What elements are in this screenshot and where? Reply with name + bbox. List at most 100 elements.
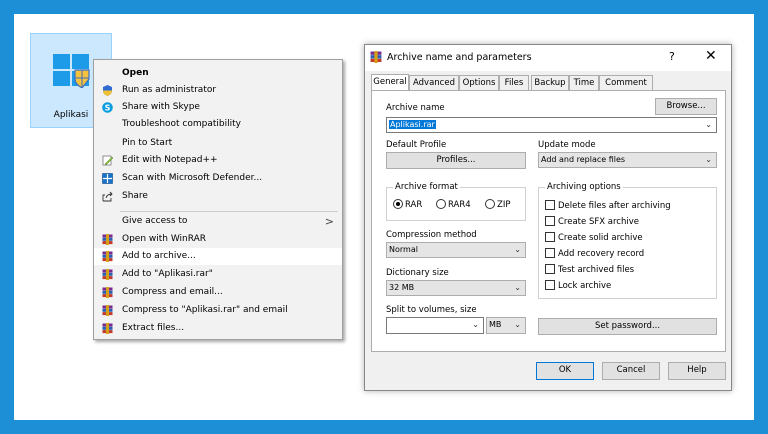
menu-item-run-as-admin[interactable]: Run as administrator xyxy=(94,82,342,99)
skype-icon: S xyxy=(102,102,113,113)
menu-item-label: Share xyxy=(122,191,148,201)
checkbox-recovery-record[interactable]: Add recovery record xyxy=(545,248,644,259)
checkbox-lock-archive[interactable]: Lock archive xyxy=(545,280,611,291)
winrar-icon xyxy=(102,251,113,262)
menu-item-troubleshoot[interactable]: Troubleshoot compatibility xyxy=(94,116,342,133)
chevron-down-icon: ⌄ xyxy=(514,320,521,329)
menu-item-extract-files[interactable]: Extract files... xyxy=(94,320,342,337)
menu-item-edit-notepad[interactable]: Edit with Notepad++ xyxy=(94,152,342,169)
menu-item-give-access[interactable]: Give access to > xyxy=(94,213,342,230)
menu-item-share[interactable]: Share xyxy=(94,188,342,205)
menu-item-label: Open with WinRAR xyxy=(122,234,207,244)
checkbox-test-archived[interactable]: Test archived files xyxy=(545,264,634,275)
radio-indicator xyxy=(485,199,495,209)
winrar-icon xyxy=(102,269,113,280)
help-icon[interactable]: ? xyxy=(669,50,675,63)
winrar-icon xyxy=(102,323,113,334)
defender-icon xyxy=(102,173,113,184)
checkbox-create-sfx[interactable]: Create SFX archive xyxy=(545,216,639,227)
winrar-icon xyxy=(370,51,382,63)
menu-item-share-skype[interactable]: S Share with Skype xyxy=(94,99,342,116)
menu-item-label: Add to archive... xyxy=(122,251,196,261)
menu-item-scan-defender[interactable]: Scan with Microsoft Defender... xyxy=(94,170,342,187)
compression-method-value: Normal xyxy=(389,245,418,254)
menu-item-label: Scan with Microsoft Defender... xyxy=(122,173,263,183)
chevron-down-icon: ⌄ xyxy=(514,283,521,292)
chevron-down-icon: ⌄ xyxy=(514,245,521,254)
split-unit-value: MB xyxy=(489,320,502,329)
split-unit-select[interactable]: MB ⌄ xyxy=(486,317,526,334)
close-icon[interactable]: ✕ xyxy=(705,48,717,64)
radio-indicator xyxy=(393,199,403,209)
tab-options[interactable]: Options xyxy=(459,75,499,90)
tab-time[interactable]: Time xyxy=(569,75,599,90)
tab-general[interactable]: General xyxy=(371,74,409,91)
menu-separator xyxy=(120,211,338,212)
set-password-button[interactable]: Set password... xyxy=(538,318,717,335)
checkbox-box xyxy=(545,216,555,226)
checkbox-label: Delete files after archiving xyxy=(558,201,671,211)
shield-icon xyxy=(103,85,112,96)
ok-button[interactable]: OK xyxy=(536,362,594,380)
archiving-options-label: Archiving options xyxy=(545,182,623,192)
menu-item-label: Add to "Aplikasi.rar" xyxy=(122,269,213,279)
tab-backup[interactable]: Backup xyxy=(531,75,569,90)
dictionary-size-select[interactable]: 32 MB ⌄ xyxy=(386,280,526,296)
profiles-button[interactable]: Profiles... xyxy=(386,152,526,169)
checkbox-label: Lock archive xyxy=(558,281,612,291)
checkbox-box xyxy=(545,280,555,290)
chevron-down-icon: ⌄ xyxy=(472,320,479,329)
chevron-down-icon: ⌄ xyxy=(705,120,712,129)
help-button[interactable]: Help xyxy=(668,362,726,380)
dictionary-size-value: 32 MB xyxy=(389,283,415,292)
browse-button[interactable]: Browse... xyxy=(655,98,717,115)
menu-item-pin-start[interactable]: Pin to Start xyxy=(94,135,342,152)
checkbox-box xyxy=(545,264,555,274)
archive-format-group: Archive format RAR RAR4 ZIP xyxy=(386,182,526,221)
general-panel: Archive name Browse... Aplikasi.rar ⌄ De… xyxy=(371,90,726,352)
dialog-titlebar: Archive name and parameters ? ✕ xyxy=(365,45,731,71)
update-mode-select[interactable]: Add and replace files ⌄ xyxy=(538,152,717,168)
compression-method-label: Compression method xyxy=(386,230,477,240)
checkbox-create-solid[interactable]: Create solid archive xyxy=(545,232,643,243)
radio-rar4[interactable]: RAR4 xyxy=(436,199,471,210)
menu-item-add-to-aplikasi-rar[interactable]: Add to "Aplikasi.rar" xyxy=(94,266,342,283)
checkbox-label: Create solid archive xyxy=(558,233,643,243)
archive-dialog: Archive name and parameters ? ✕ General … xyxy=(364,44,732,391)
dictionary-size-label: Dictionary size xyxy=(386,268,449,278)
archive-name-value: Aplikasi.rar xyxy=(389,120,436,129)
dialog-title: Archive name and parameters xyxy=(387,52,532,63)
radio-zip[interactable]: ZIP xyxy=(485,199,510,210)
svg-text:S: S xyxy=(105,104,111,113)
menu-item-add-to-archive[interactable]: Add to archive... xyxy=(94,248,342,265)
menu-item-open[interactable]: Open xyxy=(94,65,342,82)
archive-name-input[interactable]: Aplikasi.rar ⌄ xyxy=(386,117,717,133)
checkbox-box xyxy=(545,248,555,258)
menu-item-label: Compress and email... xyxy=(122,287,223,297)
split-volumes-input[interactable]: ⌄ xyxy=(386,317,484,334)
menu-item-compress-email[interactable]: Compress and email... xyxy=(94,284,342,301)
winrar-icon xyxy=(102,234,113,245)
cancel-button[interactable]: Cancel xyxy=(602,362,660,380)
context-menu: Open Run as administrator S Share with S… xyxy=(93,59,343,340)
menu-item-label: Compress to "Aplikasi.rar" and email xyxy=(122,305,288,315)
checkbox-label: Create SFX archive xyxy=(558,217,639,227)
radio-rar[interactable]: RAR xyxy=(393,199,422,210)
checkbox-label: Add recovery record xyxy=(558,249,645,259)
tab-advanced[interactable]: Advanced xyxy=(409,75,459,90)
winrar-icon xyxy=(102,305,113,316)
tab-comment[interactable]: Comment xyxy=(599,75,653,90)
checkbox-box xyxy=(545,200,555,210)
default-profile-label: Default Profile xyxy=(386,140,447,150)
radio-indicator xyxy=(436,199,446,209)
compression-method-select[interactable]: Normal ⌄ xyxy=(386,242,526,258)
chevron-down-icon: ⌄ xyxy=(705,155,712,164)
radio-label: ZIP xyxy=(497,200,511,210)
tab-files[interactable]: Files xyxy=(499,75,529,90)
menu-item-open-winrar[interactable]: Open with WinRAR xyxy=(94,231,342,248)
menu-item-compress-to-email[interactable]: Compress to "Aplikasi.rar" and email xyxy=(94,302,342,319)
chevron-right-icon: > xyxy=(324,215,334,228)
checkbox-delete-files[interactable]: Delete files after archiving xyxy=(545,200,671,211)
winrar-icon xyxy=(102,287,113,298)
checkbox-label: Test archived files xyxy=(558,265,635,275)
